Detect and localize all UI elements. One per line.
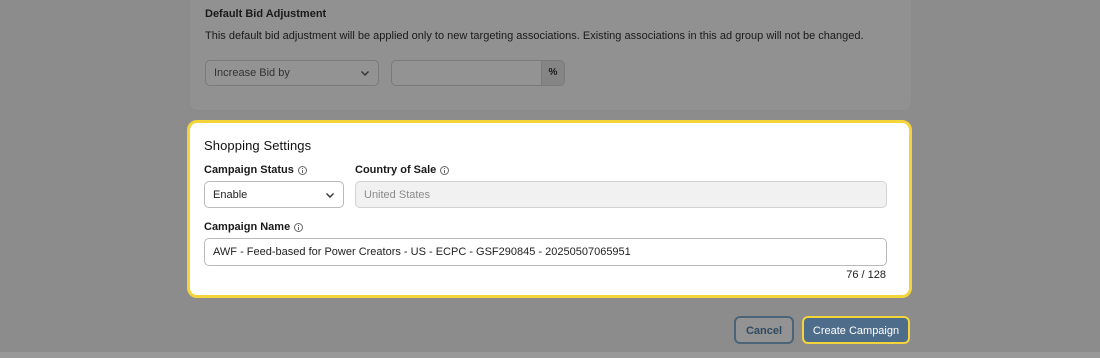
- campaign-status-select[interactable]: Enable: [204, 181, 344, 208]
- cancel-button[interactable]: Cancel: [734, 316, 794, 344]
- character-counter: 76 / 128: [846, 269, 886, 281]
- campaign-status-label-text: Campaign Status: [204, 164, 294, 176]
- campaign-status-label: Campaign Status: [204, 164, 307, 176]
- shopping-settings-title: Shopping Settings: [204, 138, 312, 153]
- country-of-sale-label-text: Country of Sale: [355, 164, 437, 176]
- bid-adjustment-select[interactable]: Increase Bid by: [205, 60, 379, 86]
- bid-adjustment-select-value: Increase Bid by: [214, 67, 290, 79]
- campaign-name-label-text: Campaign Name: [204, 221, 291, 233]
- shopping-settings-card: Shopping Settings Campaign Status Enable…: [187, 120, 912, 298]
- campaign-name-input[interactable]: AWF - Feed-based for Power Creators - US…: [204, 238, 887, 266]
- bid-adjustment-title: Default Bid Adjustment: [205, 8, 327, 20]
- campaign-name-value: AWF - Feed-based for Power Creators - US…: [213, 246, 631, 258]
- campaign-status-value: Enable: [213, 189, 248, 201]
- bid-adjustment-description: This default bid adjustment will be appl…: [205, 30, 864, 42]
- percent-suffix: %: [541, 61, 564, 85]
- page-bottom-divider: [0, 352, 1100, 358]
- bid-adjustment-card: Default Bid Adjustment This default bid …: [189, 0, 912, 111]
- country-of-sale-value: United States: [364, 189, 431, 201]
- campaign-name-label: Campaign Name: [204, 221, 304, 233]
- create-campaign-button[interactable]: Create Campaign: [802, 316, 910, 344]
- info-icon[interactable]: [440, 165, 450, 175]
- country-of-sale-label: Country of Sale: [355, 164, 450, 176]
- country-of-sale-field: United States: [355, 181, 887, 208]
- bid-adjustment-input[interactable]: %: [391, 60, 565, 86]
- chevron-down-icon: [326, 193, 334, 198]
- chevron-down-icon: [361, 71, 369, 76]
- info-icon[interactable]: [297, 165, 307, 175]
- info-icon[interactable]: [294, 222, 304, 232]
